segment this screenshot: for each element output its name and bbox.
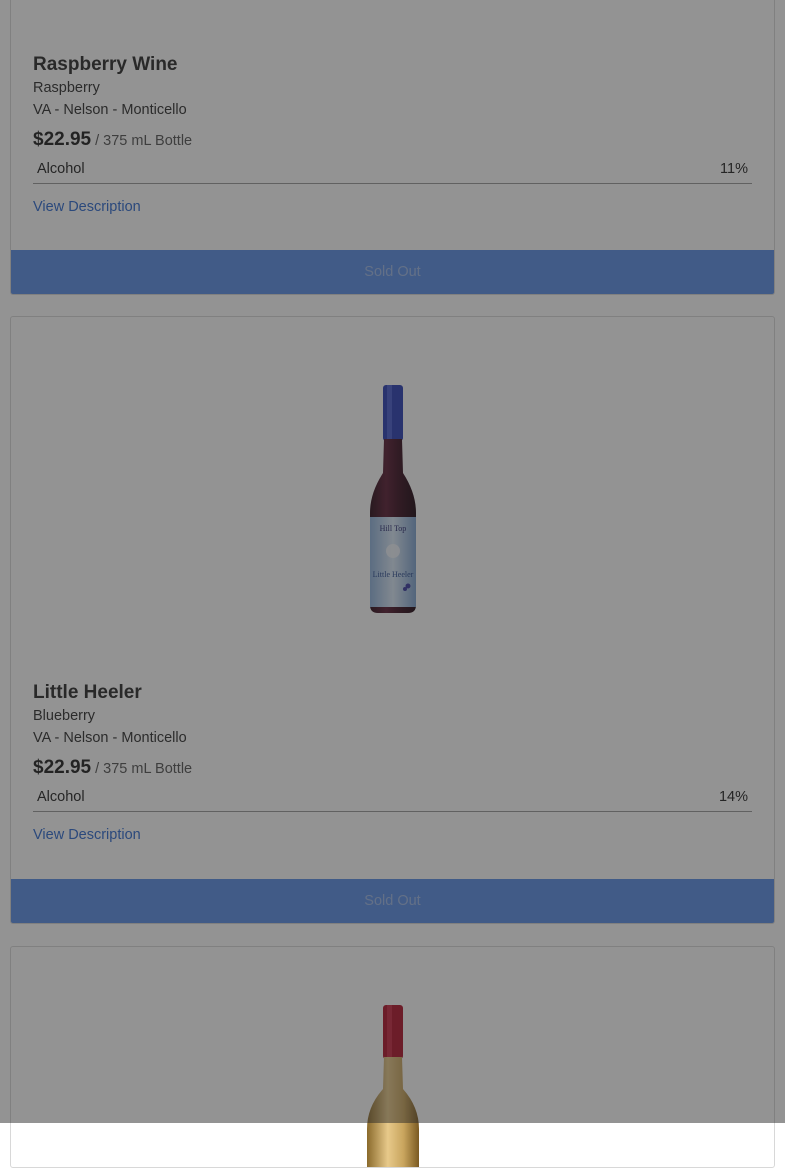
product-variety: Raspberry	[33, 80, 100, 96]
label-brand: Hill Top	[379, 524, 406, 533]
alcohol-value: 14%	[718, 789, 748, 805]
alcohol-label: Alcohol	[37, 161, 85, 177]
alcohol-row: Alcohol 14%	[33, 789, 752, 812]
wine-bottle-image: Hill Top Little Heeler	[369, 385, 416, 613]
view-description-link[interactable]: View Description	[33, 827, 141, 843]
alcohol-value: 11%	[720, 161, 748, 177]
product-info: Little Heeler Blueberry VA - Nelson - Mo…	[33, 681, 752, 844]
product-price: $22.95	[33, 129, 92, 150]
product-card: Hill Top Little Heeler Little Heeler Blu…	[10, 316, 775, 924]
sold-out-button[interactable]: Sold Out	[11, 250, 774, 294]
price-row: $22.95 / 375 mL Bottle	[33, 757, 752, 779]
product-unit: / 375 mL Bottle	[95, 133, 193, 149]
product-region: VA - Nelson - Monticello	[33, 730, 187, 746]
product-unit: / 375 mL Bottle	[95, 761, 193, 777]
wine-bottle-image	[366, 1005, 419, 1167]
product-region: VA - Nelson - Monticello	[33, 102, 187, 118]
product-card	[10, 946, 775, 1168]
view-description-link[interactable]: View Description	[33, 199, 141, 215]
alcohol-row: Alcohol 11%	[33, 161, 752, 184]
product-price: $22.95	[33, 757, 92, 778]
product-name[interactable]: Raspberry Wine	[33, 53, 752, 77]
product-info: Raspberry Wine Raspberry VA - Nelson - M…	[33, 53, 752, 216]
product-list: Raspberry Wine Raspberry VA - Nelson - M…	[0, 0, 785, 1168]
product-variety: Blueberry	[33, 708, 96, 724]
alcohol-label: Alcohol	[37, 789, 85, 805]
label-name: Little Heeler	[372, 570, 413, 579]
sold-out-button[interactable]: Sold Out	[11, 879, 774, 923]
price-row: $22.95 / 375 mL Bottle	[33, 129, 752, 151]
product-image[interactable]: Hill Top Little Heeler	[11, 381, 774, 617]
product-name[interactable]: Little Heeler	[33, 681, 752, 705]
product-card: Raspberry Wine Raspberry VA - Nelson - M…	[10, 0, 775, 295]
product-image[interactable]	[11, 1001, 774, 1167]
